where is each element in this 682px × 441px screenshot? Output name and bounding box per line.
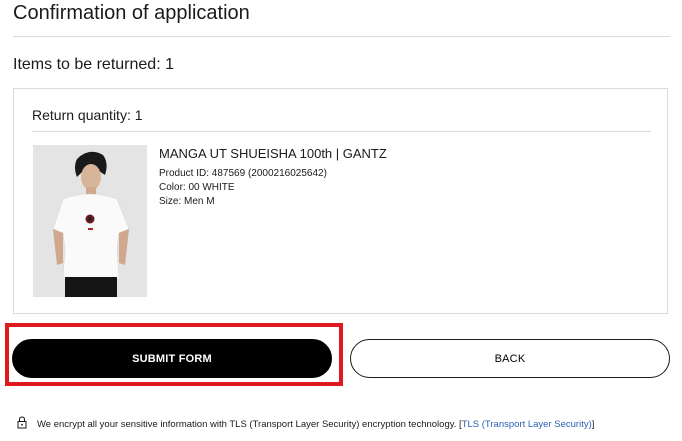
product-image — [33, 145, 147, 297]
submit-form-button[interactable]: SUBMIT FORM — [12, 339, 332, 378]
product-color: Color: 00 WHITE — [159, 182, 235, 193]
security-close-bracket: ] — [591, 418, 595, 430]
lock-icon — [17, 416, 37, 432]
security-text: We encrypt all your sensitive informatio… — [37, 418, 462, 430]
security-notice: We encrypt all your sensitive informatio… — [17, 416, 594, 432]
product-size: Size: Men M — [159, 196, 215, 207]
product-photo-illustration — [33, 145, 147, 297]
product-info: MANGA UT SHUEISHA 100th | GANTZ Product … — [159, 145, 387, 209]
return-item-card: Return quantity: 1 MANGA UT SHUEISHA 100… — [13, 88, 668, 314]
page-title: Confirmation of application — [13, 2, 250, 24]
back-button[interactable]: BACK — [350, 339, 670, 378]
items-to-return-heading: Items to be returned: 1 — [13, 56, 174, 73]
tls-link[interactable]: TLS (Transport Layer Security) — [462, 419, 592, 430]
product-name: MANGA UT SHUEISHA 100th | GANTZ — [159, 146, 387, 161]
title-divider — [13, 36, 670, 37]
return-quantity: Return quantity: 1 — [32, 107, 143, 123]
product-id: Product ID: 487569 (2000216025642) — [159, 168, 327, 179]
card-divider — [32, 131, 651, 132]
